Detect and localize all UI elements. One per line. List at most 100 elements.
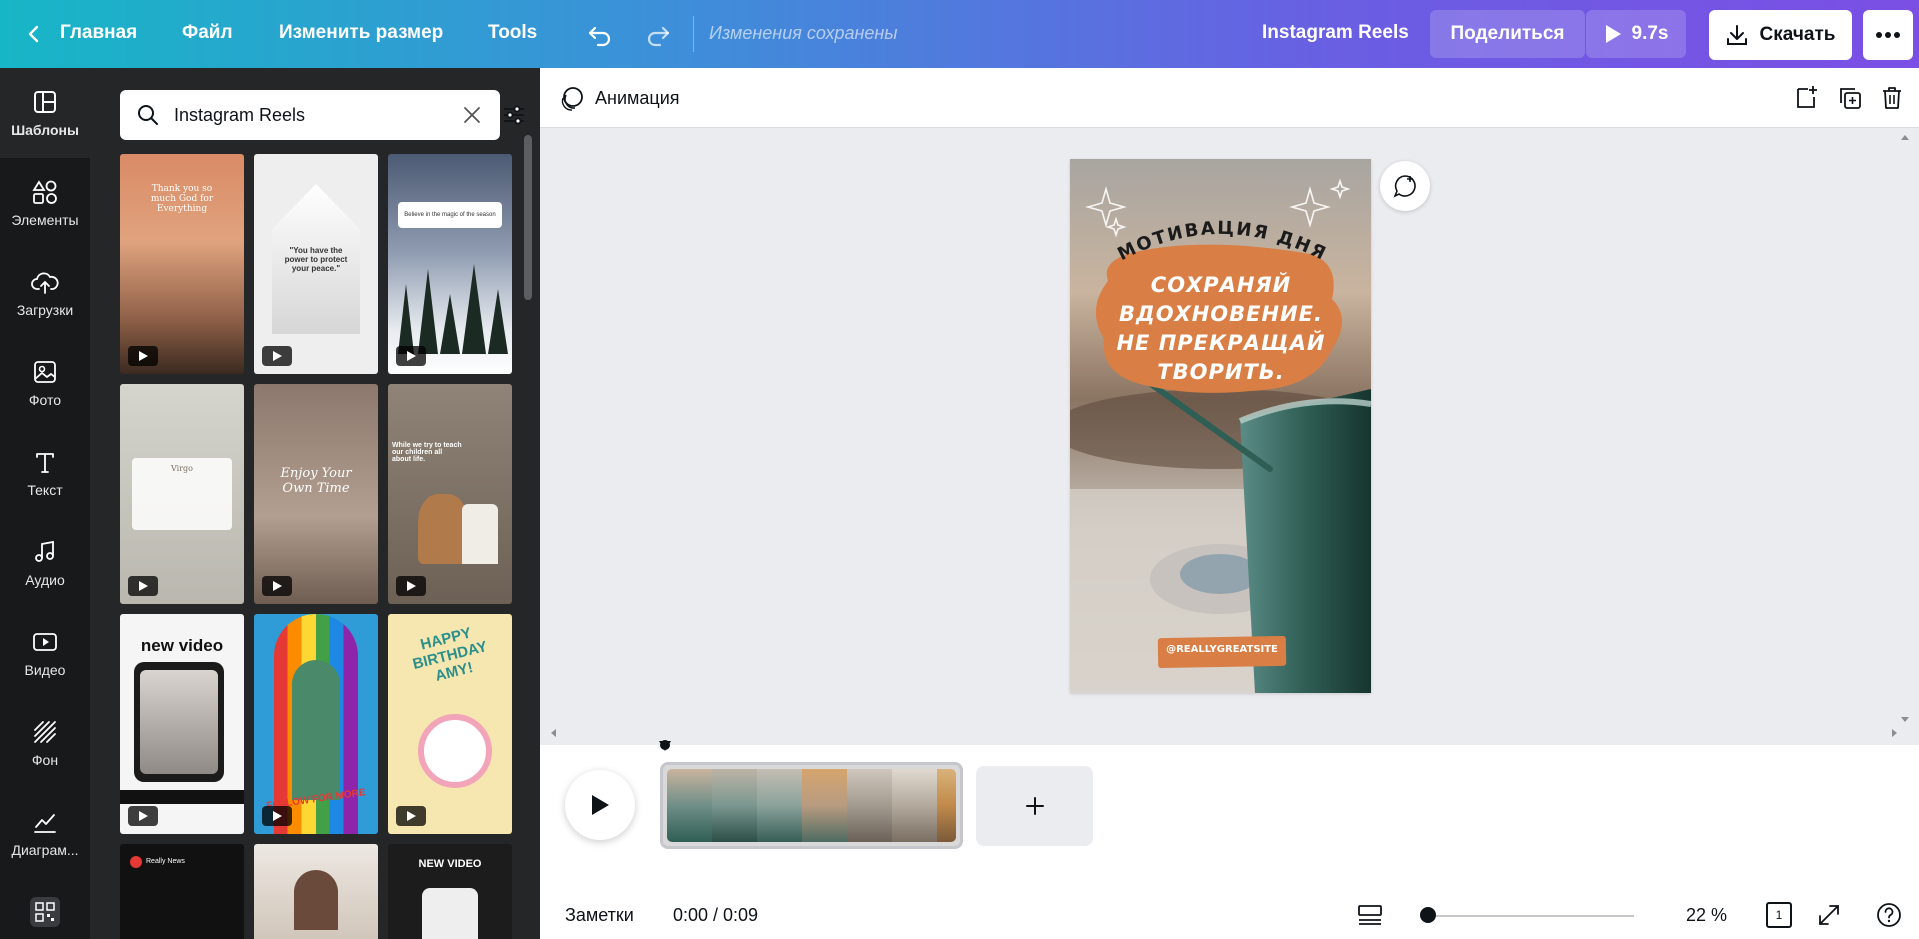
add-page-icon[interactable] [1792,84,1820,112]
sidebar-item-elements[interactable]: Элементы [0,158,90,248]
sidebar-item-background[interactable]: Фон [0,698,90,788]
design-page[interactable]: МОТИВАЦИЯ ДНЯ СОХРАНЯЙ ВДОХНОВЕНИЕ. НЕ П… [1070,159,1371,693]
page-count-label: 1 [1775,908,1783,922]
template-card[interactable]: Really News [120,844,244,939]
template-card[interactable]: FOLLOW FOR MORE [254,614,378,834]
horizontal-scrollbar[interactable] [550,728,1898,738]
preview-play-button[interactable]: 9.7s [1586,10,1686,58]
video-badge [396,576,426,596]
save-status: Изменения сохранены [709,23,898,43]
sidebar-item-templates[interactable]: Шаблоны [0,68,90,158]
video-badge [262,806,292,826]
clip-frame [892,769,937,842]
video-badge [128,346,158,366]
templates-icon [34,91,56,113]
redo-icon[interactable] [644,20,672,48]
close-icon[interactable] [462,105,482,125]
play-icon [139,811,148,821]
clip-frame [667,769,712,842]
clip-frames [667,769,956,842]
tools-menu[interactable]: Tools [488,22,537,44]
vertical-scrollbar[interactable] [1900,134,1910,724]
video-badge [128,576,158,596]
video-icon [33,633,57,651]
timeline-view-icon[interactable] [1357,902,1383,928]
editor-toolbar: Анимация [540,68,1919,128]
time-readout: 0:00 / 0:09 [673,905,759,925]
plus-icon [1025,797,1044,815]
notes-button[interactable]: Заметки [565,905,634,926]
animation-icon[interactable] [558,86,584,112]
qr-code-icon [35,902,55,922]
template-card[interactable]: Enjoy Your Own Time [254,384,378,604]
sidebar-item-label: Загрузки [16,302,74,318]
download-icon [1726,25,1747,45]
clip-frame [712,769,757,842]
sidebar-item-text[interactable]: Текст [0,428,90,518]
play-icon [139,351,148,361]
trash-icon[interactable] [1878,84,1906,112]
template-card[interactable]: new video [120,614,244,834]
more-options-button[interactable] [1863,10,1913,60]
fullscreen-icon[interactable] [1816,902,1842,928]
template-card[interactable]: Thank you so much God for Everything [120,154,244,374]
template-card[interactable]: Virgo [120,384,244,604]
template-card-text: Enjoy Your Own Time [280,466,352,496]
video-badge [128,806,158,826]
video-badge [262,346,292,366]
search-input[interactable] [174,101,414,129]
play-icon [407,811,416,821]
page-count-button[interactable]: 1 [1766,902,1792,928]
duplicate-page-icon[interactable] [1836,84,1864,112]
sidebar-item-charts[interactable]: Диаграм... [0,788,90,878]
filter-sliders-icon[interactable] [502,103,526,127]
timeline-play-button[interactable] [565,770,635,840]
animation-button[interactable]: Анимация [595,88,680,109]
template-card[interactable] [254,844,378,939]
resize-menu[interactable]: Изменить размер [279,22,443,44]
svg-text:МОТИВАЦИЯ ДНЯ: МОТИВАЦИЯ ДНЯ [1114,218,1330,265]
template-card-text: Virgo [171,464,193,473]
play-icon [407,351,416,361]
duration-label: 9.7s [1631,23,1669,44]
video-badge [262,576,292,596]
template-card[interactable]: Believe in the magic of the season [388,154,512,374]
template-card-text: new video [140,636,224,655]
download-button[interactable]: Скачать [1709,10,1852,60]
help-icon[interactable] [1876,902,1902,928]
sidebar-item-audio[interactable]: Аудио [0,518,90,608]
template-card-text: Really News [146,858,185,865]
zoom-level[interactable]: 22 % [1686,905,1727,926]
sidebar-item-uploads[interactable]: Загрузки [0,248,90,338]
video-badge [396,806,426,826]
sidebar-item-photos[interactable]: Фото [0,338,90,428]
play-icon [407,581,416,591]
add-page-button[interactable] [976,766,1093,846]
elements-icon [32,180,57,204]
chevron-left-icon[interactable] [24,22,44,46]
file-menu[interactable]: Файл [182,22,233,44]
document-title[interactable]: Instagram Reels [1262,22,1409,44]
home-link[interactable]: Главная [60,22,137,44]
share-button[interactable]: Поделиться [1430,10,1585,58]
background-stripes-icon [34,721,56,743]
upload-cloud-icon [31,272,59,294]
sidebar-item-qr[interactable] [30,897,60,927]
template-card[interactable]: NEW VIDEO [388,844,512,939]
sidebar-item-video[interactable]: Видео [0,608,90,698]
template-card[interactable]: "You have the power to protect your peac… [254,154,378,374]
panel-scrollbar[interactable] [524,135,532,300]
search-box [120,90,524,140]
undo-icon[interactable] [586,20,614,48]
add-comment-button[interactable] [1380,161,1430,211]
timeline-clip[interactable] [660,762,963,849]
template-card[interactable]: While we try to teach our children all a… [388,384,512,604]
zoom-slider-handle[interactable] [1420,907,1436,923]
play-icon [273,811,282,821]
sidebar-item-label: Фото [28,392,62,408]
quote-line: ТВОРИТЬ. [1157,360,1285,384]
playhead-marker[interactable] [658,739,672,753]
zoom-slider-track[interactable] [1428,915,1634,917]
template-card-text: Believe in the magic of the season [404,212,496,218]
template-card[interactable]: HAPPY BIRTHDAY AMY! [388,614,512,834]
